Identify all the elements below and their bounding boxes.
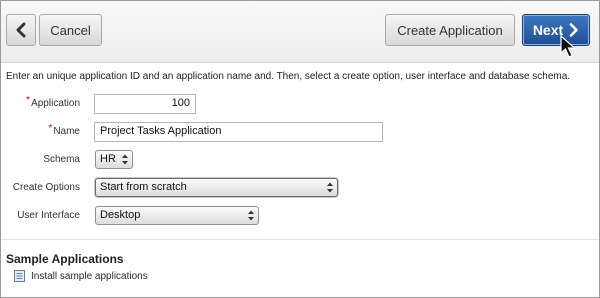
cancel-button-label: Cancel <box>50 22 91 38</box>
create-options-row: Create Options Start from scratch <box>1 178 599 200</box>
name-label: *Name <box>48 123 80 137</box>
schema-select-value: HR <box>100 153 116 165</box>
create-application-button[interactable]: Create Application <box>385 14 515 46</box>
application-label: *Application <box>26 95 80 109</box>
install-sample-applications-label: Install sample applications <box>31 270 148 282</box>
required-marker: * <box>26 95 31 106</box>
schema-select[interactable]: HR <box>95 150 133 169</box>
schema-row: Schema HR <box>1 150 599 172</box>
select-arrows-icon <box>326 181 334 194</box>
select-arrows-icon <box>247 209 255 222</box>
next-button-label: Next <box>532 22 564 38</box>
next-button[interactable]: Next <box>522 14 590 46</box>
application-name-input[interactable]: Project Tasks Application <box>94 122 383 142</box>
back-button[interactable] <box>6 14 36 46</box>
chevron-left-icon <box>15 22 27 38</box>
application-id-input[interactable]: 100 <box>94 94 196 114</box>
name-row: *Name Project Tasks Application <box>1 122 599 144</box>
user-interface-select-value: Desktop <box>100 209 141 221</box>
required-marker: * <box>48 123 53 134</box>
select-arrows-icon <box>121 153 129 166</box>
section-divider <box>1 239 599 240</box>
sample-applications-heading: Sample Applications <box>6 252 124 266</box>
cancel-button[interactable]: Cancel <box>39 14 102 46</box>
create-options-select-value: Start from scratch <box>100 181 187 193</box>
mouse-pointer-icon <box>560 34 578 59</box>
create-options-select[interactable]: Start from scratch <box>95 178 338 197</box>
create-application-button-label: Create Application <box>397 22 503 38</box>
user-interface-row: User Interface Desktop <box>1 206 599 228</box>
document-icon <box>14 270 25 282</box>
install-sample-applications-link[interactable]: Install sample applications <box>14 270 148 282</box>
instructions-text: Enter an unique application ID and an ap… <box>6 71 571 82</box>
application-row: *Application 100 <box>1 94 599 116</box>
user-interface-select[interactable]: Desktop <box>95 206 259 225</box>
user-interface-label: User Interface <box>17 210 80 221</box>
schema-label: Schema <box>43 154 80 165</box>
wizard-toolbar: Cancel Create Application Next <box>1 1 599 63</box>
create-options-label: Create Options <box>12 182 80 193</box>
